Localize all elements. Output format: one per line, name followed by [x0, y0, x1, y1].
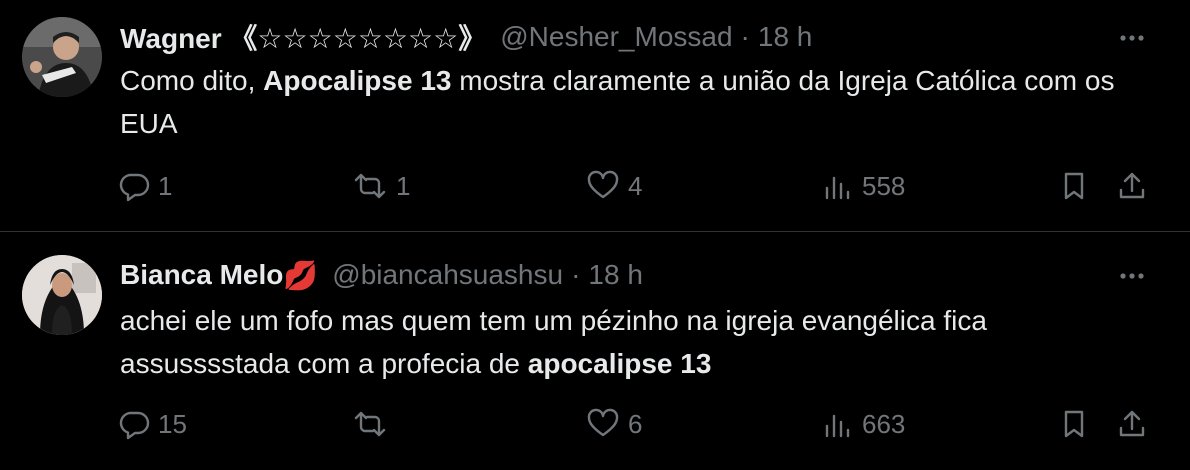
- share-button[interactable]: [1116, 164, 1148, 208]
- bookmark-button[interactable]: [1058, 402, 1090, 446]
- share-button[interactable]: [1116, 402, 1148, 446]
- action-bar: 1 1 4 558: [0, 164, 1190, 208]
- bookmark-icon: [1064, 410, 1084, 438]
- heart-icon: [587, 408, 619, 437]
- reply-button[interactable]: 1: [118, 164, 172, 208]
- bookmark-button[interactable]: [1058, 164, 1090, 208]
- action-bar: 15 6 663: [0, 402, 1190, 446]
- handle-group: @Nesher_Mossad · 18 h: [500, 21, 812, 53]
- share-icon: [1119, 172, 1145, 199]
- like-button[interactable]: 6: [586, 402, 642, 446]
- reply-count: 15: [158, 408, 187, 439]
- tweet-text: Como dito, Apocalipse 13 mostra claramen…: [120, 59, 1140, 145]
- retweet-count: 1: [396, 170, 411, 201]
- display-name[interactable]: Bianca Melo: [120, 259, 283, 291]
- views-chart-icon: [825, 176, 850, 200]
- bookmark-icon: [1064, 172, 1084, 200]
- retweet-button[interactable]: 1: [352, 164, 410, 208]
- avatar[interactable]: [22, 255, 102, 335]
- like-button[interactable]: 4: [586, 164, 642, 208]
- reply-icon: [119, 411, 150, 440]
- heart-icon: [587, 170, 619, 199]
- tweet[interactable]: Wagner 《☆☆☆☆☆☆☆☆》 @Nesher_Mossad · 18 h Co…: [0, 0, 1190, 232]
- share-icon: [1119, 410, 1145, 437]
- reply-button[interactable]: 15: [118, 402, 187, 446]
- separator: ·: [740, 21, 750, 52]
- more-dots-icon[interactable]: [1114, 20, 1150, 56]
- avatar-photo: [22, 255, 102, 335]
- avatar-photo: [22, 17, 102, 97]
- views-count: 558: [862, 170, 906, 201]
- tweet-text-bold: apocalipse 13: [527, 348, 712, 379]
- separator: ·: [571, 259, 581, 290]
- tweet-text: achei ele um fofo mas quem tem um pézinh…: [120, 299, 1140, 385]
- avatar[interactable]: [22, 17, 102, 97]
- tweet-header: Wagner 《☆☆☆☆☆☆☆☆》 @Nesher_Mossad · 18 h: [120, 17, 1110, 57]
- display-name[interactable]: Wagner 《☆☆☆☆☆☆☆☆》: [120, 17, 486, 57]
- tweet-header: Bianca Melo 💋 @biancahsuashsu · 18 h: [120, 255, 1110, 295]
- timestamp[interactable]: 18 h: [758, 21, 813, 52]
- reply-icon: [119, 173, 150, 202]
- retweet-icon: [354, 411, 386, 437]
- retweet-icon: [354, 173, 386, 199]
- handle[interactable]: @Nesher_Mossad: [500, 21, 732, 52]
- like-count: 4: [628, 170, 643, 201]
- tweet-text-bold: Apocalipse 13: [263, 65, 452, 96]
- reply-count: 1: [158, 170, 173, 201]
- lips-emoji-icon: 💋: [283, 259, 319, 291]
- more-dots-icon[interactable]: [1114, 258, 1150, 294]
- handle-group: @biancahsuashsu · 18 h: [332, 259, 643, 291]
- views-button[interactable]: 663: [822, 402, 905, 446]
- retweet-button[interactable]: [352, 402, 396, 446]
- views-count: 663: [862, 408, 906, 439]
- views-button[interactable]: 558: [822, 164, 905, 208]
- handle[interactable]: @biancahsuashsu: [332, 259, 563, 290]
- like-count: 6: [628, 408, 643, 439]
- views-chart-icon: [825, 414, 850, 438]
- tweet-text-part: Como dito,: [120, 65, 264, 96]
- tweet[interactable]: Bianca Melo 💋 @biancahsuashsu · 18 h achei …: [0, 233, 1190, 470]
- timestamp[interactable]: 18 h: [588, 259, 643, 290]
